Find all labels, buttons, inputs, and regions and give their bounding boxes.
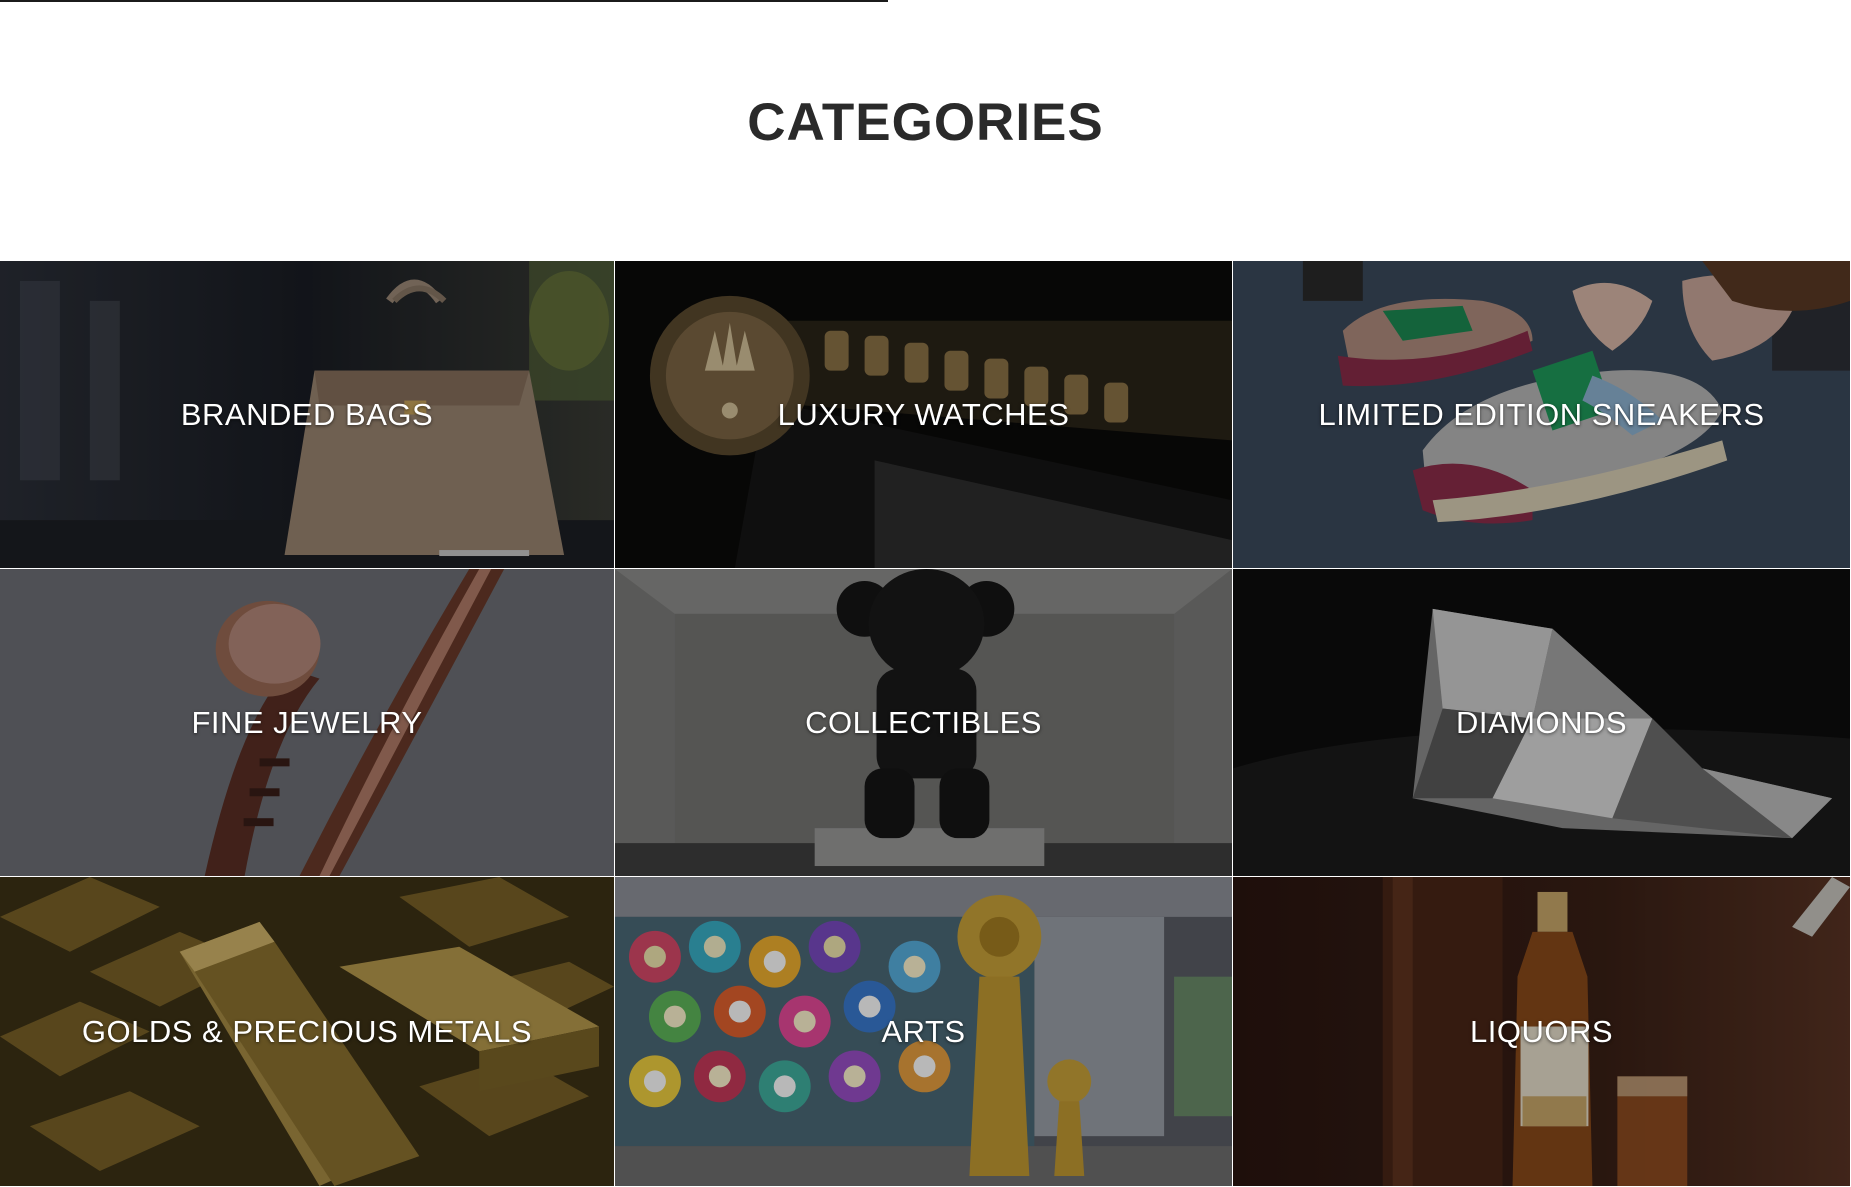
- category-tile-liquors[interactable]: LIQUORS: [1233, 877, 1851, 1187]
- category-tile-limited-edition-sneakers[interactable]: LIMITED EDITION SNEAKERS: [1233, 261, 1851, 569]
- category-label: LUXURY WATCHES: [777, 396, 1070, 432]
- category-tile-luxury-watches[interactable]: LUXURY WATCHES: [615, 261, 1233, 569]
- top-divider: [0, 0, 888, 2]
- category-tile-branded-bags[interactable]: BRANDED BAGS: [0, 261, 615, 569]
- category-label: DIAMONDS: [1455, 704, 1628, 740]
- category-label: LIQUORS: [1469, 1013, 1614, 1049]
- category-label: FINE JEWELRY: [191, 704, 423, 740]
- category-label: COLLECTIBLES: [805, 704, 1042, 740]
- category-label: ARTS: [881, 1013, 966, 1049]
- category-tile-collectibles[interactable]: COLLECTIBLES: [615, 569, 1233, 877]
- category-grid: BRANDED BAGS LUXURY WATCHES LIMITED EDIT…: [0, 261, 1851, 1187]
- category-label: LIMITED EDITION SNEAKERS: [1318, 396, 1765, 432]
- category-label: GOLDS & PRECIOUS METALS: [81, 1013, 533, 1049]
- page-title: CATEGORIES: [747, 93, 1104, 152]
- category-tile-golds-precious-metals[interactable]: GOLDS & PRECIOUS METALS: [0, 877, 615, 1187]
- category-label: BRANDED BAGS: [180, 396, 434, 432]
- category-tile-fine-jewelry[interactable]: FINE JEWELRY: [0, 569, 615, 877]
- category-tile-diamonds[interactable]: DIAMONDS: [1233, 569, 1851, 877]
- category-tile-arts[interactable]: ARTS: [615, 877, 1233, 1187]
